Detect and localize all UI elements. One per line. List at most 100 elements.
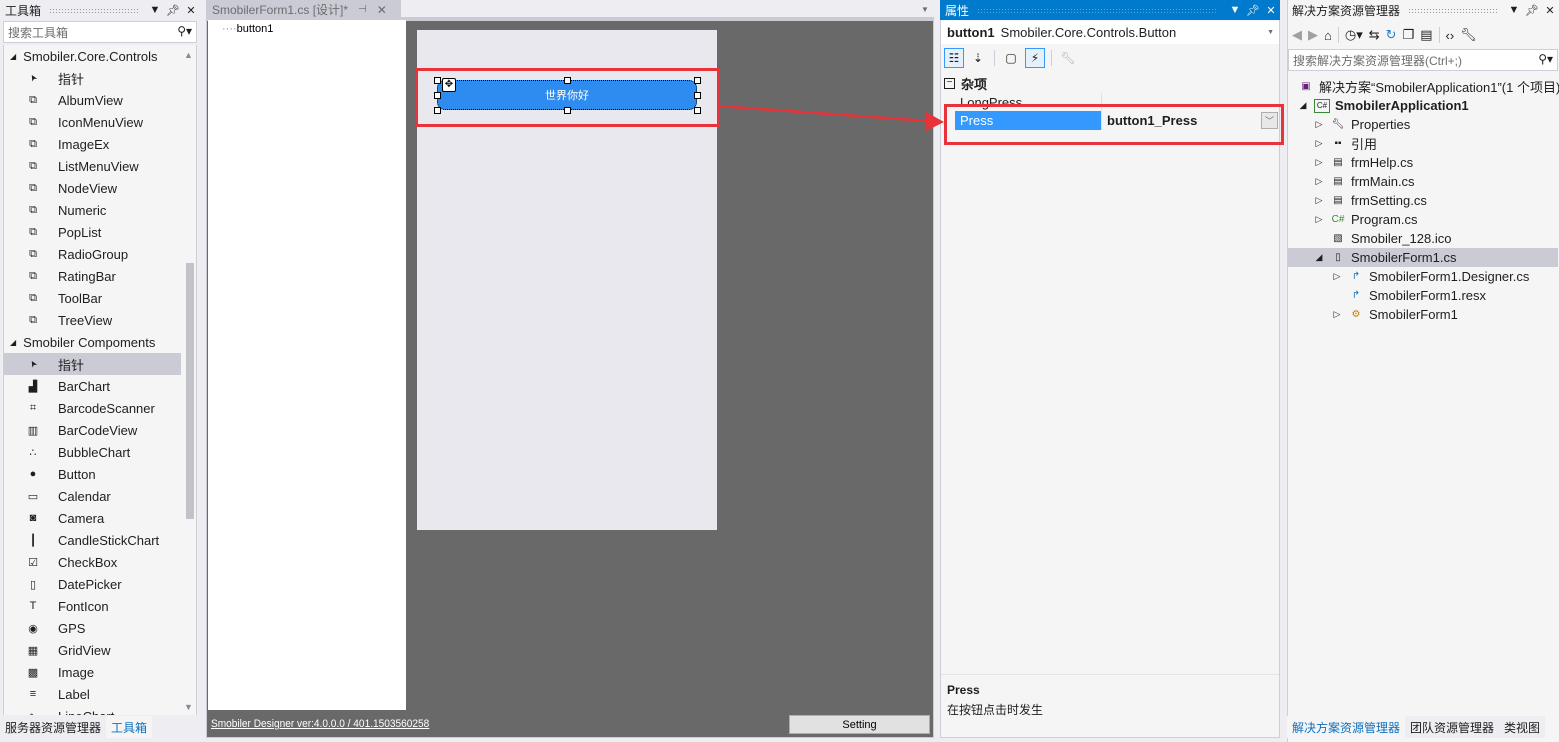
collapse-arrow-icon[interactable]: ◢ <box>1297 100 1309 111</box>
solution-item[interactable]: ◢ ▯ SmobilerForm1.cs <box>1288 248 1558 267</box>
toolbox-item[interactable]: ⧉ ToolBar <box>4 287 181 309</box>
solution-item[interactable]: ▷ ⚙ SmobilerForm1 <box>1331 305 1458 324</box>
close-icon[interactable]: ✕ <box>1262 4 1280 17</box>
toolbox-group[interactable]: ◢ Smobiler Compoments <box>4 331 196 353</box>
collapse-arrow-icon[interactable]: ◢ <box>10 338 16 347</box>
solution-item[interactable]: ▧ Smobiler_128.ico <box>1313 229 1451 248</box>
search-icon[interactable]: ⚲▾ <box>177 24 192 38</box>
collapse-arrow-icon[interactable]: ◢ <box>10 52 16 61</box>
pin-icon[interactable]: 📌︎ <box>164 4 182 17</box>
toolbox-item[interactable]: ⧉ PopList <box>4 221 181 243</box>
forward-icon[interactable]: ▶ <box>1308 27 1318 43</box>
toolbox-item[interactable]: ➤ 指针 <box>4 353 181 375</box>
toolbox-item[interactable]: ● Button <box>4 463 181 485</box>
toolbox-search-input[interactable]: 搜索工具箱 ⚲▾ <box>3 21 197 43</box>
toolbox-item[interactable]: ⧉ Numeric <box>4 199 181 221</box>
toolbox-item[interactable]: ▭ Calendar <box>4 485 181 507</box>
tab-team-explorer[interactable]: 团队资源管理器 <box>1405 716 1500 738</box>
expand-arrow-icon[interactable]: ▷ <box>1331 309 1343 320</box>
search-icon[interactable]: ⚲▾ <box>1538 52 1553 66</box>
pin-icon[interactable]: 📌︎ <box>1244 4 1262 17</box>
expand-arrow-icon[interactable]: ▷ <box>1313 195 1325 206</box>
designer-version-link[interactable]: Smobiler Designer ver:4.0.0.0 / 401.1503… <box>211 718 429 730</box>
tab-class-view[interactable]: 类视图 <box>1499 716 1546 738</box>
toolbox-item[interactable]: ◉ GPS <box>4 617 181 639</box>
alphabetical-icon[interactable]: ⇣ <box>968 48 988 68</box>
drag-grip[interactable] <box>977 7 1218 13</box>
toolbox-item[interactable]: ⧉ AlbumView <box>4 89 181 111</box>
solution-item[interactable]: ▷ ▪▪ 引用 <box>1313 134 1377 153</box>
toolbox-item[interactable]: ➤ 指针 <box>4 67 181 89</box>
solution-item[interactable]: ▷ 🔧︎ Properties <box>1313 115 1411 134</box>
pin-icon[interactable]: ⊣ <box>358 4 367 15</box>
toolbox-group[interactable]: ◢ Smobiler.Core.Controls <box>4 45 196 67</box>
toolbox-item[interactable]: ▦ GridView <box>4 639 181 661</box>
toolbox-item[interactable]: ⧉ RatingBar <box>4 265 181 287</box>
toolbox-item[interactable]: ⧉ NodeView <box>4 177 181 199</box>
collapse-arrow-icon[interactable]: ◢ <box>1313 252 1325 263</box>
property-pages-wrench-icon[interactable]: 🔧︎ <box>1058 48 1078 68</box>
toolbox-item[interactable]: ⧉ ListMenuView <box>4 155 181 177</box>
refresh-icon[interactable]: ↻ <box>1386 27 1397 43</box>
solution-search-input[interactable]: 搜索解决方案资源管理器(Ctrl+;) ⚲▾ <box>1288 49 1558 71</box>
collapse-icon[interactable]: − <box>944 77 955 89</box>
drag-grip[interactable] <box>1408 7 1497 13</box>
solution-item[interactable]: ▷ ↱ SmobilerForm1.Designer.cs <box>1331 267 1530 286</box>
toolbox-item[interactable]: ∴ BubbleChart <box>4 441 181 463</box>
dropdown-icon[interactable]: ▼ <box>1226 4 1244 16</box>
toolbox-item[interactable]: ┃ CandleStickChart <box>4 529 181 551</box>
dropdown-icon[interactable]: ▼ <box>146 4 164 16</box>
toolbox-item[interactable]: ⌗ BarcodeScanner <box>4 397 181 419</box>
expand-arrow-icon[interactable]: ▷ <box>1313 119 1325 130</box>
toolbox-item[interactable]: T FontIcon <box>4 595 181 617</box>
toolbox-scrollbar-thumb[interactable] <box>186 263 194 519</box>
back-icon[interactable]: ◀ <box>1292 27 1302 43</box>
object-selector[interactable]: button1 Smobiler.Core.Controls.Button ▼ <box>941 21 1279 44</box>
close-icon[interactable]: ✕ <box>1541 4 1559 17</box>
toolbox-item[interactable]: ⧉ ImageEx <box>4 133 181 155</box>
setting-button[interactable]: Setting <box>789 715 930 734</box>
tree-node-button1[interactable]: ····button1 <box>222 23 273 35</box>
toolbox-item[interactable]: ▯ DatePicker <box>4 573 181 595</box>
toolbox-item[interactable]: ⧉ IconMenuView <box>4 111 181 133</box>
solution-item[interactable]: ▷ ▤ frmMain.cs <box>1313 172 1415 191</box>
document-list-dropdown-icon[interactable]: ▼ <box>921 5 929 14</box>
pin-icon[interactable]: 📌︎ <box>1523 4 1541 17</box>
toolbox-item[interactable]: ▥ BarCodeView <box>4 419 181 441</box>
expand-arrow-icon[interactable]: ▷ <box>1313 138 1325 149</box>
tab-server-explorer[interactable]: 服务器资源管理器 <box>0 716 106 738</box>
tab-toolbox[interactable]: 工具箱 <box>106 716 153 738</box>
solution-item[interactable]: ↱ SmobilerForm1.resx <box>1331 286 1486 305</box>
toolbox-item[interactable]: ⧉ TreeView <box>4 309 181 331</box>
expand-arrow-icon[interactable]: ▷ <box>1313 157 1325 168</box>
solution-item[interactable]: ▷ ▤ frmHelp.cs <box>1313 153 1414 172</box>
close-icon[interactable]: ✕ <box>182 4 200 17</box>
close-tab-icon[interactable]: ✕ <box>377 3 387 17</box>
categorized-icon[interactable]: ☷ <box>944 48 964 68</box>
collapse-all-icon[interactable]: ❐ <box>1403 27 1415 43</box>
properties-wrench-icon[interactable]: 🔧︎ <box>1460 27 1477 43</box>
sync-icon[interactable]: ⇆ <box>1369 27 1380 43</box>
drag-grip[interactable] <box>49 7 138 13</box>
expand-arrow-icon[interactable]: ▷ <box>1313 214 1325 225</box>
solution-node[interactable]: ▣ 解决方案“SmobilerApplication1”(1 个项目) <box>1293 77 1559 96</box>
toolbox-item[interactable]: ∿ LineChart <box>4 705 181 716</box>
toolbox-item[interactable]: ▟ BarChart <box>4 375 181 397</box>
toolbox-item[interactable]: ☑ CheckBox <box>4 551 181 573</box>
scroll-down-arrow[interactable]: ▼ <box>184 702 193 712</box>
solution-item[interactable]: ▷ ▤ frmSetting.cs <box>1313 191 1427 210</box>
view-code-icon[interactable]: ‹› <box>1446 28 1455 43</box>
expand-arrow-icon[interactable]: ▷ <box>1331 271 1343 282</box>
pending-changes-icon[interactable]: ◷▾ <box>1345 27 1363 43</box>
tab-solution-explorer[interactable]: 解决方案资源管理器 <box>1287 716 1406 738</box>
toolbox-item[interactable]: ⧉ RadioGroup <box>4 243 181 265</box>
project-node[interactable]: ◢ C# SmobilerApplication1 <box>1297 96 1469 115</box>
events-lightning-icon[interactable]: ⚡ <box>1025 48 1045 68</box>
toolbox-item[interactable]: ▩ Image <box>4 661 181 683</box>
show-all-files-icon[interactable]: ▤ <box>1420 27 1432 43</box>
properties-view-icon[interactable]: ▢ <box>1001 48 1021 68</box>
dropdown-icon[interactable]: ▼ <box>1505 4 1523 16</box>
category-misc[interactable]: − 杂项 <box>944 73 987 93</box>
scroll-up-arrow[interactable]: ▲ <box>184 50 193 60</box>
expand-arrow-icon[interactable]: ▷ <box>1313 176 1325 187</box>
